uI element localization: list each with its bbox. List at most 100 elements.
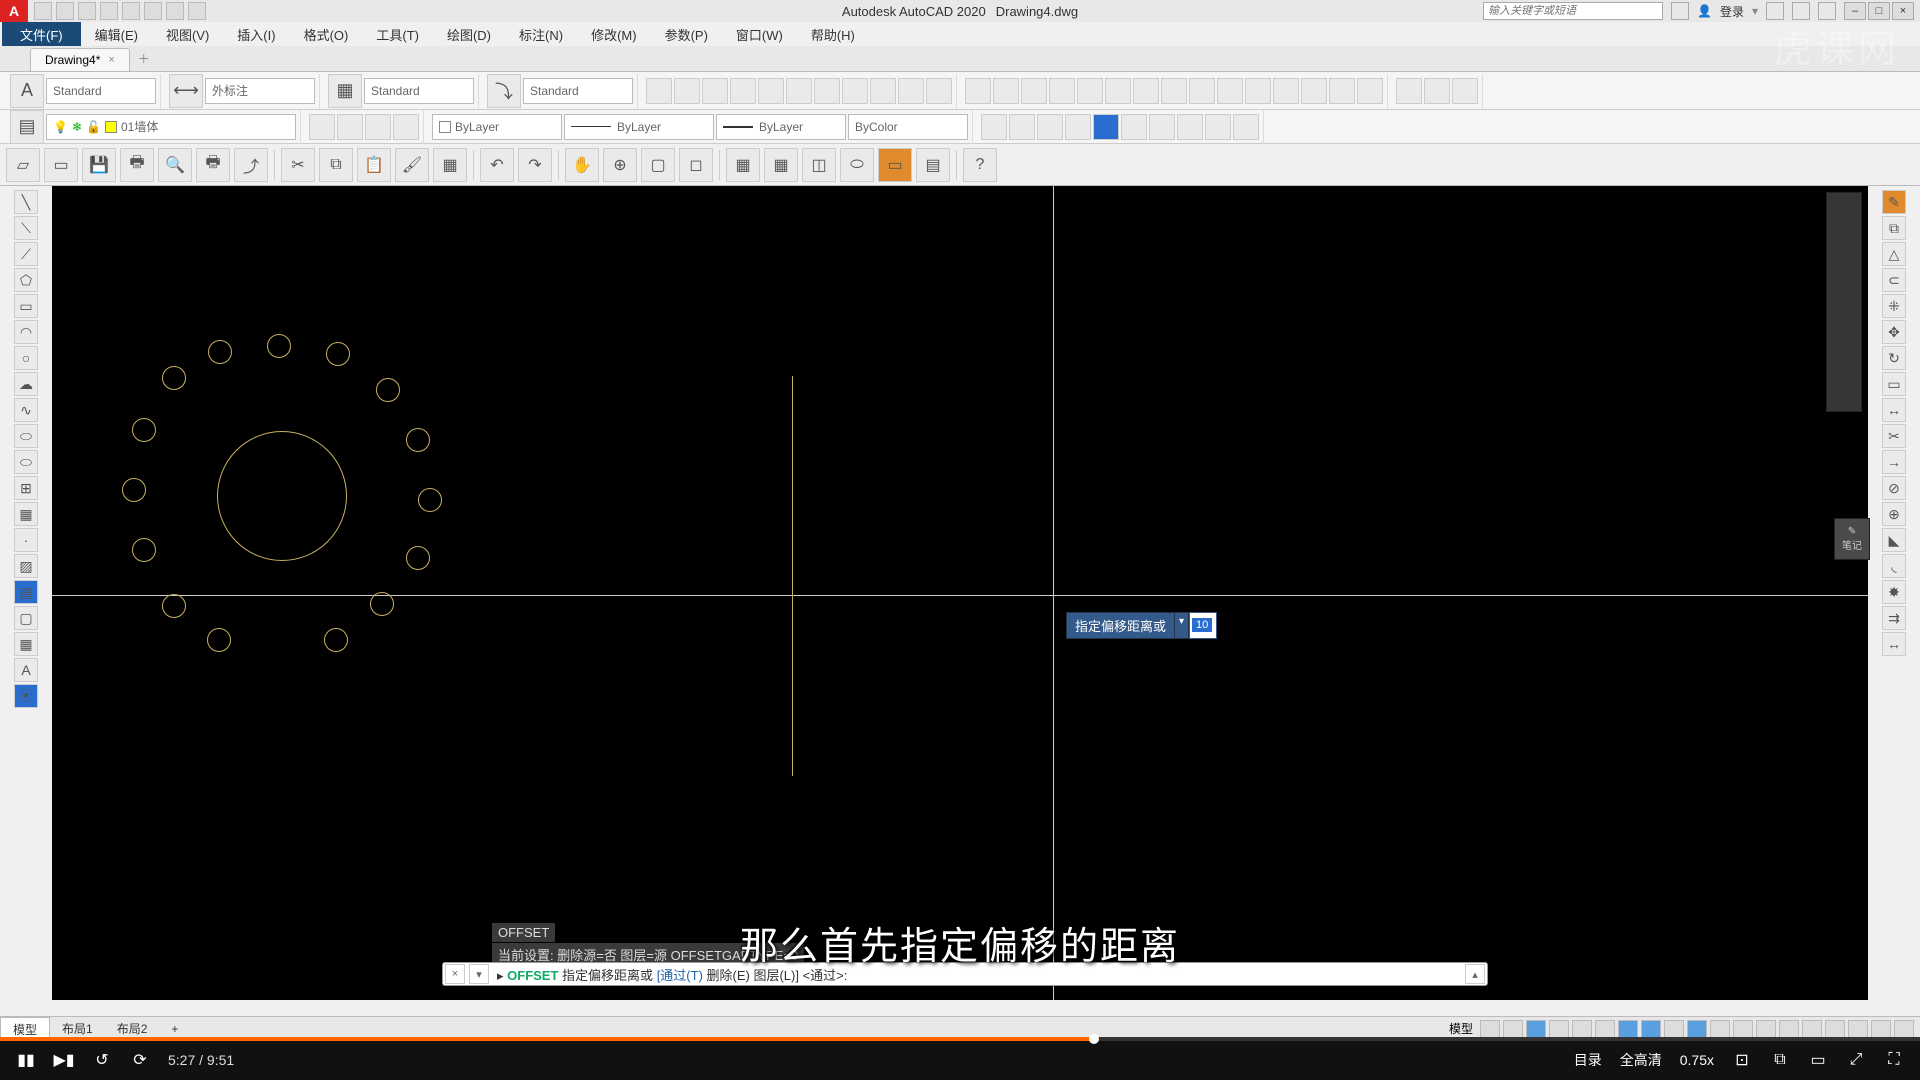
search-input[interactable] [1483,2,1663,20]
dim-arc-icon[interactable] [1021,78,1047,104]
status-ducs-icon[interactable] [1664,1020,1684,1038]
save2-icon[interactable]: 💾 [82,148,116,182]
layer-match2-icon[interactable] [337,114,363,140]
preview-icon[interactable]: 🔍 [158,148,192,182]
cmd-close-icon[interactable]: × [445,964,465,984]
make-current-icon[interactable] [309,114,335,140]
dim-ord-icon[interactable] [1049,78,1075,104]
layer-off-icon[interactable] [702,78,728,104]
layer-combo[interactable]: 💡 ❄ 🔓 01墙体 [46,114,296,140]
plot2-icon[interactable]: 🖶 [196,148,230,182]
cart-icon[interactable] [1766,2,1784,20]
cc-button[interactable]: ⊡ [1732,1050,1752,1070]
table-style-icon[interactable]: ▦ [328,74,362,108]
mirror-icon[interactable]: △ [1882,242,1906,266]
command-line[interactable]: × ▾ ▸ OFFSET 指定偏移距离或 [通过(T) 删除(E) 图层(L)]… [442,962,1488,986]
lengthen-icon[interactable]: ↔ [1882,632,1906,656]
mtext-icon[interactable]: A [14,658,38,682]
zoom-center-icon[interactable] [1065,114,1091,140]
status-am-icon[interactable] [1802,1020,1822,1038]
quickcalc-icon[interactable]: ▤ [916,148,950,182]
app-logo[interactable]: A [0,0,28,22]
menu-tools[interactable]: 工具(T) [362,22,433,46]
dim-tol-icon[interactable] [1273,78,1299,104]
text-style-icon[interactable]: A [10,74,44,108]
array-icon[interactable]: ⁜ [1882,294,1906,318]
dim-space-icon[interactable] [1217,78,1243,104]
saveas-icon[interactable] [100,2,118,20]
status-gear-icon[interactable] [1871,1020,1891,1038]
minimize-button[interactable]: – [1844,2,1866,20]
layer-panel-icon[interactable]: ▤ [10,110,44,144]
menu-modify[interactable]: 修改(M) [577,22,651,46]
progress-bar[interactable] [0,1037,1920,1041]
design-center-icon[interactable]: ▦ [764,148,798,182]
layer-state-icon[interactable] [393,114,419,140]
menu-view[interactable]: 视图(V) [152,22,223,46]
menu-edit[interactable]: 编辑(E) [81,22,152,46]
menu-file[interactable]: 文件(F) [2,22,81,46]
line-icon[interactable]: ╲ [14,190,38,214]
offset-icon[interactable]: ⊂ [1882,268,1906,292]
join-icon[interactable]: ⊕ [1882,502,1906,526]
print-icon[interactable] [122,2,140,20]
quickcalc2-icon[interactable]: ▭ [878,148,912,182]
extend-icon[interactable]: → [1882,450,1906,474]
status-grid-icon[interactable] [1480,1020,1500,1038]
hatch-icon[interactable]: ▨ [14,554,38,578]
ellipse-icon[interactable]: ⬭ [14,424,38,448]
close-button[interactable]: × [1892,2,1914,20]
dim-inspect-icon[interactable] [1329,78,1355,104]
copy2-icon[interactable]: ⧉ [1882,216,1906,240]
polyline-icon[interactable]: ⟋ [14,242,38,266]
help-icon[interactable] [1818,2,1836,20]
match-prop-icon[interactable]: 🖌 [395,148,429,182]
dim-cont-icon[interactable] [1189,78,1215,104]
status-ortho-icon[interactable] [1526,1020,1546,1038]
menu-format[interactable]: 格式(O) [290,22,363,46]
layer-prev-icon[interactable] [926,78,952,104]
linetype-combo[interactable]: ByLayer [564,114,714,140]
login-button[interactable]: 登录 [1720,3,1744,20]
dim-linear-icon[interactable] [965,78,991,104]
fullscreen-button[interactable]: ⛶ [1884,1050,1904,1070]
copy-icon[interactable]: ⧉ [319,148,353,182]
table-style-combo[interactable]: Standard [364,78,474,104]
break-icon[interactable]: ⊘ [1882,476,1906,500]
dim-jog-icon[interactable] [1357,78,1383,104]
dim-style-combo[interactable]: 外标注 [205,78,315,104]
mini-player-button[interactable]: ⤢ [1846,1050,1866,1070]
status-units-icon[interactable] [1848,1020,1868,1038]
zoom-window2-icon[interactable]: ◻ [679,148,713,182]
menu-parametric[interactable]: 参数(P) [651,22,722,46]
polygon-icon[interactable]: ⬠ [14,268,38,292]
next-button[interactable]: ▶▮ [54,1050,74,1070]
lead-style-icon[interactable]: ⤵ [487,74,521,108]
status-sc-icon[interactable] [1779,1020,1799,1038]
insert-block-icon[interactable]: ⊞ [14,476,38,500]
loop-button[interactable]: ⟳ [130,1050,150,1070]
sheet-set-icon[interactable]: ◫ [802,148,836,182]
paste-icon[interactable]: 📋 [357,148,391,182]
status-more-icon[interactable] [1894,1020,1914,1038]
save-icon[interactable] [78,2,96,20]
rectangle-icon[interactable]: ▭ [14,294,38,318]
xline-icon[interactable]: ⟍ [14,216,38,240]
cmd-expand-icon[interactable]: ▴ [1465,964,1485,984]
layer-freeze-icon[interactable] [758,78,784,104]
status-osnap-icon[interactable] [1595,1020,1615,1038]
plotstyle-combo[interactable]: ByColor [848,114,968,140]
search-icon[interactable] [1671,2,1689,20]
erase-icon[interactable]: ✎ [1882,190,1906,214]
dyn-input-arrow-icon[interactable]: ▾ [1175,612,1189,639]
cmd-history-icon[interactable]: ▾ [469,964,489,984]
close-tab-icon[interactable]: × [108,54,114,66]
add-tab-button[interactable]: ＋ [130,46,158,71]
zoom-object-icon[interactable] [1093,114,1119,140]
status-ws-icon[interactable] [1825,1020,1845,1038]
spline-icon[interactable]: ∿ [14,398,38,422]
drawing-canvas[interactable]: ✎ 笔记 指定偏移距离或 ▾ 10 OFFSET 当前设置: 删除源=否 图层=… [52,186,1868,1000]
zoom-ext2-icon[interactable] [1205,114,1231,140]
undo-icon[interactable] [166,2,184,20]
layer-match-icon[interactable] [898,78,924,104]
